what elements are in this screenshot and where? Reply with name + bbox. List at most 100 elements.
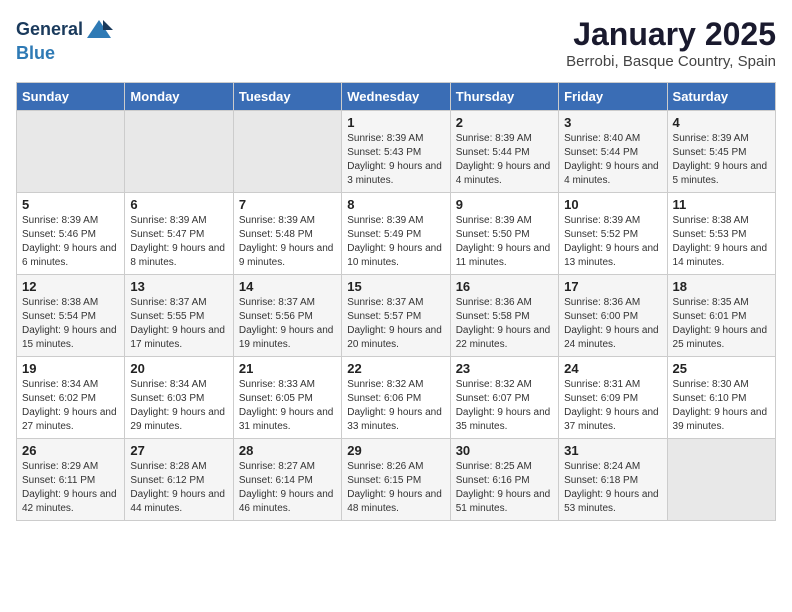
calendar-cell (667, 439, 775, 521)
week-row-3: 12 Sunrise: 8:38 AMSunset: 5:54 PMDayligh… (17, 275, 776, 357)
week-row-2: 5 Sunrise: 8:39 AMSunset: 5:46 PMDaylight… (17, 193, 776, 275)
day-number: 10 (564, 197, 661, 212)
day-number: 29 (347, 443, 444, 458)
calendar-table: SundayMondayTuesdayWednesdayThursdayFrid… (16, 82, 776, 521)
calendar-cell: 21Sunrise: 8:33 AMSunset: 6:05 PMDayligh… (233, 357, 341, 439)
day-number: 25 (673, 361, 770, 376)
week-row-4: 19Sunrise: 8:34 AMSunset: 6:02 PMDayligh… (17, 357, 776, 439)
day-info: Sunrise: 8:39 AMSunset: 5:48 PMDaylight:… (239, 214, 336, 270)
calendar-cell: 12 Sunrise: 8:38 AMSunset: 5:54 PMDayligh… (17, 275, 125, 357)
calendar-cell: 19Sunrise: 8:34 AMSunset: 6:02 PMDayligh… (17, 357, 125, 439)
weekday-header-row: SundayMondayTuesdayWednesdayThursdayFrid… (17, 83, 776, 111)
day-number: 31 (564, 443, 661, 458)
weekday-header-monday: Monday (125, 83, 233, 111)
weekday-header-thursday: Thursday (450, 83, 558, 111)
logo-blue-text: Blue (16, 43, 55, 63)
day-number: 15 (347, 279, 444, 294)
day-info: Sunrise: 8:37 AMSunset: 5:55 PMDaylight:… (130, 296, 227, 352)
weekday-header-tuesday: Tuesday (233, 83, 341, 111)
day-number: 26 (22, 443, 119, 458)
day-info: Sunrise: 8:32 AMSunset: 6:06 PMDaylight:… (347, 378, 444, 434)
day-info: Sunrise: 8:32 AMSunset: 6:07 PMDaylight:… (456, 378, 553, 434)
day-number: 8 (347, 197, 444, 212)
day-number: 17 (564, 279, 661, 294)
calendar-cell: 27 Sunrise: 8:28 AMSunset: 6:12 PMDayligh… (125, 439, 233, 521)
day-number: 2 (456, 115, 553, 130)
header: General Blue January 2025 Berrobi, Basqu… (16, 16, 776, 70)
day-info: Sunrise: 8:33 AMSunset: 6:05 PMDaylight:… (239, 378, 336, 434)
calendar-cell: 23Sunrise: 8:32 AMSunset: 6:07 PMDayligh… (450, 357, 558, 439)
calendar-cell: 16 Sunrise: 8:36 AMSunset: 5:58 PMDayligh… (450, 275, 558, 357)
day-info: Sunrise: 8:39 AMSunset: 5:52 PMDaylight:… (564, 214, 661, 270)
day-info: Sunrise: 8:39 AMSunset: 5:50 PMDaylight:… (456, 214, 553, 270)
day-number: 12 (22, 279, 119, 294)
calendar-cell: 29 Sunrise: 8:26 AMSunset: 6:15 PMDayligh… (342, 439, 450, 521)
day-number: 13 (130, 279, 227, 294)
day-info: Sunrise: 8:31 AMSunset: 6:09 PMDaylight:… (564, 378, 661, 434)
calendar-cell: 22 Sunrise: 8:32 AMSunset: 6:06 PMDayligh… (342, 357, 450, 439)
calendar-cell: 2Sunrise: 8:39 AMSunset: 5:44 PMDaylight… (450, 111, 558, 193)
day-number: 22 (347, 361, 444, 376)
day-number: 1 (347, 115, 444, 130)
day-info: Sunrise: 8:39 AMSunset: 5:46 PMDaylight:… (22, 214, 119, 270)
day-number: 19 (22, 361, 119, 376)
calendar-cell: 13 Sunrise: 8:37 AMSunset: 5:55 PMDayligh… (125, 275, 233, 357)
week-row-1: 1 Sunrise: 8:39 AMSunset: 5:43 PMDaylight… (17, 111, 776, 193)
day-info: Sunrise: 8:27 AMSunset: 6:14 PMDaylight:… (239, 460, 336, 516)
calendar-cell: 1 Sunrise: 8:39 AMSunset: 5:43 PMDaylight… (342, 111, 450, 193)
calendar-cell: 25Sunrise: 8:30 AMSunset: 6:10 PMDayligh… (667, 357, 775, 439)
calendar-cell: 3Sunrise: 8:40 AMSunset: 5:44 PMDaylight… (559, 111, 667, 193)
weekday-header-friday: Friday (559, 83, 667, 111)
day-number: 27 (130, 443, 227, 458)
weekday-header-saturday: Saturday (667, 83, 775, 111)
calendar-cell: 20 Sunrise: 8:34 AMSunset: 6:03 PMDayligh… (125, 357, 233, 439)
calendar-cell: 15Sunrise: 8:37 AMSunset: 5:57 PMDayligh… (342, 275, 450, 357)
calendar-cell: 6 Sunrise: 8:39 AMSunset: 5:47 PMDaylight… (125, 193, 233, 275)
calendar-cell: 10 Sunrise: 8:39 AMSunset: 5:52 PMDayligh… (559, 193, 667, 275)
day-info: Sunrise: 8:37 AMSunset: 5:56 PMDaylight:… (239, 296, 336, 352)
day-info: Sunrise: 8:39 AMSunset: 5:47 PMDaylight:… (130, 214, 227, 270)
weekday-header-sunday: Sunday (17, 83, 125, 111)
day-number: 18 (673, 279, 770, 294)
day-info: Sunrise: 8:36 AMSunset: 5:58 PMDaylight:… (456, 296, 553, 352)
day-number: 9 (456, 197, 553, 212)
calendar-cell: 14Sunrise: 8:37 AMSunset: 5:56 PMDayligh… (233, 275, 341, 357)
day-info: Sunrise: 8:39 AMSunset: 5:43 PMDaylight:… (347, 132, 444, 188)
day-info: Sunrise: 8:39 AMSunset: 5:49 PMDaylight:… (347, 214, 444, 270)
calendar-cell: 8 Sunrise: 8:39 AMSunset: 5:49 PMDaylight… (342, 193, 450, 275)
day-info: Sunrise: 8:28 AMSunset: 6:12 PMDaylight:… (130, 460, 227, 516)
calendar-cell (125, 111, 233, 193)
calendar-cell: 24 Sunrise: 8:31 AMSunset: 6:09 PMDayligh… (559, 357, 667, 439)
day-number: 30 (456, 443, 553, 458)
calendar-cell (233, 111, 341, 193)
calendar-cell: 30 Sunrise: 8:25 AMSunset: 6:16 PMDayligh… (450, 439, 558, 521)
logo: General Blue (16, 16, 113, 64)
logo-icon (85, 16, 113, 44)
day-info: Sunrise: 8:39 AMSunset: 5:45 PMDaylight:… (673, 132, 770, 188)
day-info: Sunrise: 8:34 AMSunset: 6:03 PMDaylight:… (130, 378, 227, 434)
day-info: Sunrise: 8:38 AMSunset: 5:54 PMDaylight:… (22, 296, 119, 352)
day-number: 24 (564, 361, 661, 376)
day-number: 5 (22, 197, 119, 212)
day-info: Sunrise: 8:38 AMSunset: 5:53 PMDaylight:… (673, 214, 770, 270)
day-number: 11 (673, 197, 770, 212)
day-number: 7 (239, 197, 336, 212)
day-number: 4 (673, 115, 770, 130)
day-info: Sunrise: 8:26 AMSunset: 6:15 PMDaylight:… (347, 460, 444, 516)
title-block: January 2025 Berrobi, Basque Country, Sp… (566, 16, 776, 70)
calendar-cell: 5 Sunrise: 8:39 AMSunset: 5:46 PMDaylight… (17, 193, 125, 275)
day-number: 20 (130, 361, 227, 376)
week-row-5: 26 Sunrise: 8:29 AMSunset: 6:11 PMDayligh… (17, 439, 776, 521)
day-info: Sunrise: 8:25 AMSunset: 6:16 PMDaylight:… (456, 460, 553, 516)
day-number: 6 (130, 197, 227, 212)
day-number: 28 (239, 443, 336, 458)
day-info: Sunrise: 8:40 AMSunset: 5:44 PMDaylight:… (564, 132, 661, 188)
calendar-cell: 26 Sunrise: 8:29 AMSunset: 6:11 PMDayligh… (17, 439, 125, 521)
calendar-cell (17, 111, 125, 193)
calendar-cell: 17Sunrise: 8:36 AMSunset: 6:00 PMDayligh… (559, 275, 667, 357)
calendar-cell: 28 Sunrise: 8:27 AMSunset: 6:14 PMDayligh… (233, 439, 341, 521)
day-number: 16 (456, 279, 553, 294)
day-info: Sunrise: 8:29 AMSunset: 6:11 PMDaylight:… (22, 460, 119, 516)
logo-general-text: General (16, 20, 83, 40)
calendar-cell: 9 Sunrise: 8:39 AMSunset: 5:50 PMDaylight… (450, 193, 558, 275)
